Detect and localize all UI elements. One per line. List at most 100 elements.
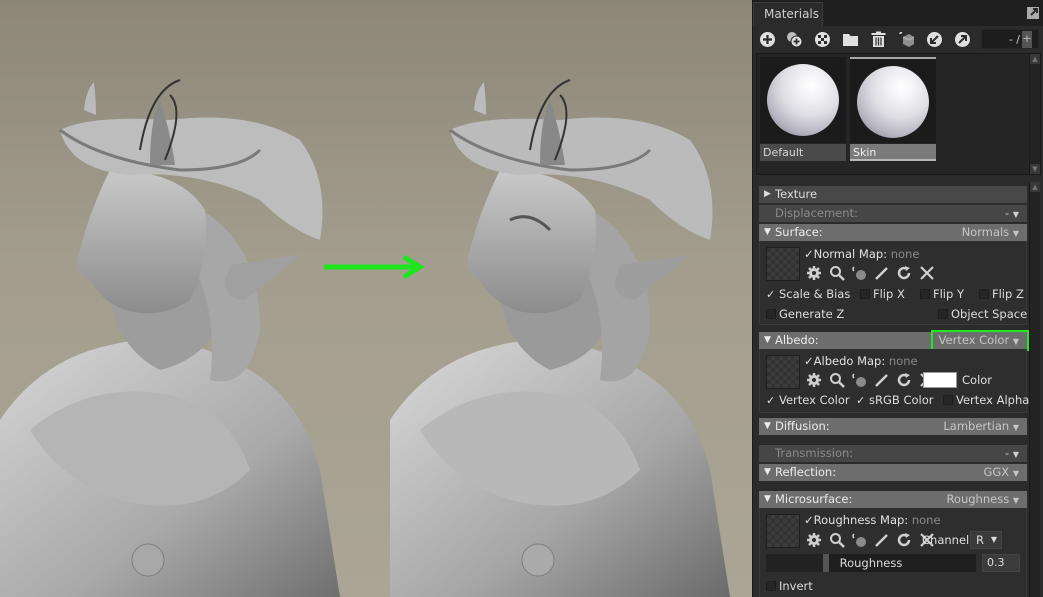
checkbox-box: [979, 289, 989, 299]
dropdown-arrow-icon: ▼: [1012, 469, 1019, 478]
edit-pencil-icon[interactable]: [874, 265, 890, 281]
microsurface-dropdown[interactable]: Roughness ▼: [946, 491, 1019, 509]
albedo-dropdown[interactable]: Vertex Color ▼: [939, 332, 1019, 350]
reload-icon[interactable]: [896, 265, 912, 281]
export-icon[interactable]: [954, 31, 971, 48]
materials-panel: Materials - / + Default Skin ▲ ▼ ▶ Textu…: [752, 0, 1043, 597]
checkbox-label: Flip X: [873, 287, 905, 301]
section-texture[interactable]: ▶ Texture: [759, 186, 1027, 203]
import-icon[interactable]: [926, 31, 943, 48]
dropdown-value: Lambertian: [943, 419, 1010, 433]
section-label: Reflection:: [775, 465, 837, 479]
pick-from-scene-icon[interactable]: [851, 532, 867, 548]
trash-icon[interactable]: [870, 31, 887, 48]
roughness-value-input[interactable]: 0.3: [982, 554, 1020, 572]
swatch-scrollbar[interactable]: ▲ ▼: [1029, 54, 1040, 174]
viewport-render-area[interactable]: [0, 0, 752, 597]
settings-gear-icon[interactable]: [806, 532, 822, 548]
microsurface-body: ✓Roughness Map: none Channel R ▼ Roughne…: [759, 508, 1027, 597]
reload-icon[interactable]: [896, 372, 912, 388]
vertex-color-checkbox[interactable]: ✓ Vertex Color: [766, 393, 850, 407]
tab-materials[interactable]: Materials: [753, 2, 823, 26]
check-icon: ✓: [804, 513, 814, 527]
dropdown-arrow-icon: ▼: [990, 535, 997, 544]
material-swatch-list: Default Skin: [756, 53, 1041, 175]
roughness-map-slot[interactable]: [766, 514, 800, 548]
flip-z-checkbox[interactable]: Flip Z: [979, 287, 1024, 301]
map-value: none: [911, 513, 941, 527]
pick-from-scene-icon[interactable]: [851, 265, 867, 281]
flip-x-checkbox[interactable]: Flip X: [860, 287, 905, 301]
settings-gear-icon[interactable]: [806, 372, 822, 388]
object-space-checkbox[interactable]: Object Space: [938, 307, 1027, 321]
srgb-color-checkbox[interactable]: ✓ sRGB Color: [856, 393, 933, 407]
section-displacement[interactable]: Displacement: - ▼: [759, 205, 1027, 222]
pick-material-icon[interactable]: [898, 31, 915, 48]
transmission-dropdown[interactable]: - ▼: [1005, 445, 1019, 463]
section-surface[interactable]: ▼ Surface: Normals ▼: [759, 224, 1027, 241]
search-icon[interactable]: [829, 265, 845, 281]
edit-pencil-icon[interactable]: [874, 372, 890, 388]
duplicate-material-icon[interactable]: [786, 31, 803, 48]
checkbox-box: [766, 581, 776, 591]
edit-pencil-icon[interactable]: [874, 532, 890, 548]
checkbox-box: [938, 309, 948, 319]
dropdown-arrow-icon: ▼: [1012, 423, 1019, 432]
normal-map-title: ✓Normal Map: none: [804, 247, 919, 261]
checkbox-label: Invert: [779, 579, 813, 593]
search-icon[interactable]: [829, 532, 845, 548]
checkbox-label: sRGB Color: [869, 393, 934, 407]
roughness-slider[interactable]: Roughness: [766, 554, 976, 572]
normal-map-slot[interactable]: [766, 247, 800, 281]
albedo-map-slot[interactable]: [766, 355, 800, 389]
render-after: [390, 79, 730, 597]
panel-tab-bar: Materials: [753, 0, 1043, 26]
flip-y-checkbox[interactable]: Flip Y: [920, 287, 964, 301]
add-material-icon[interactable]: [759, 31, 776, 48]
slider-label: Roughness: [839, 556, 903, 570]
checkbox-box: [860, 289, 870, 299]
channel-dropdown[interactable]: R ▼: [970, 531, 1002, 549]
dropdown-arrow-icon: ▼: [1012, 450, 1019, 459]
material-swatch-skin[interactable]: Skin: [850, 57, 936, 162]
surface-body: ✓Normal Map: none ✓ Scale & Bias Flip X F…: [759, 241, 1027, 325]
section-diffusion[interactable]: ▼ Diffusion: Lambertian ▼: [759, 418, 1027, 435]
displacement-dropdown[interactable]: - ▼: [1005, 205, 1019, 223]
vertex-alpha-checkbox[interactable]: Vertex Alpha: [943, 393, 1029, 407]
material-swatch-default[interactable]: Default: [760, 57, 846, 162]
sphere-preview-icon: [767, 64, 839, 136]
reflection-dropdown[interactable]: GGX ▼: [983, 464, 1019, 482]
section-transmission[interactable]: Transmission: - ▼: [759, 445, 1027, 462]
pager-increment-button[interactable]: +: [1022, 31, 1032, 48]
popout-icon[interactable]: [1026, 6, 1040, 20]
surface-dropdown[interactable]: Normals ▼: [962, 224, 1019, 242]
diffusion-dropdown[interactable]: Lambertian ▼: [943, 418, 1019, 436]
material-name: Default: [760, 144, 846, 161]
scroll-up-icon[interactable]: ▲: [1030, 54, 1040, 64]
map-value: none: [888, 354, 918, 368]
checkbox-box: [943, 395, 953, 405]
scroll-down-icon[interactable]: ▼: [1030, 164, 1040, 174]
search-icon[interactable]: [829, 372, 845, 388]
invert-checkbox[interactable]: Invert: [766, 579, 813, 593]
properties-scrollbar[interactable]: ▲: [1029, 182, 1040, 597]
pick-from-scene-icon[interactable]: [851, 372, 867, 388]
dropdown-value: -: [1005, 446, 1010, 460]
section-reflection[interactable]: ▼ Reflection: GGX ▼: [759, 464, 1027, 481]
section-microsurface[interactable]: ▼ Microsurface: Roughness ▼: [759, 491, 1027, 508]
section-label: Surface:: [775, 225, 823, 239]
settings-gear-icon[interactable]: [806, 265, 822, 281]
clear-x-icon[interactable]: [919, 265, 935, 281]
reload-icon[interactable]: [896, 532, 912, 548]
section-albedo[interactable]: ▼ Albedo: Vertex Color ▼: [759, 332, 1027, 349]
checkbox-label: Generate Z: [779, 307, 845, 321]
scale-bias-checkbox[interactable]: ✓ Scale & Bias: [766, 287, 850, 301]
scroll-up-icon[interactable]: ▲: [1030, 182, 1040, 192]
material-pager[interactable]: - / +: [981, 29, 1039, 49]
checker-icon[interactable]: [814, 31, 831, 48]
folder-icon[interactable]: [842, 31, 859, 48]
normal-map-tools: [806, 265, 938, 281]
albedo-color-swatch[interactable]: [923, 372, 957, 388]
section-label: Displacement:: [775, 206, 858, 220]
generate-z-checkbox[interactable]: Generate Z: [766, 307, 844, 321]
